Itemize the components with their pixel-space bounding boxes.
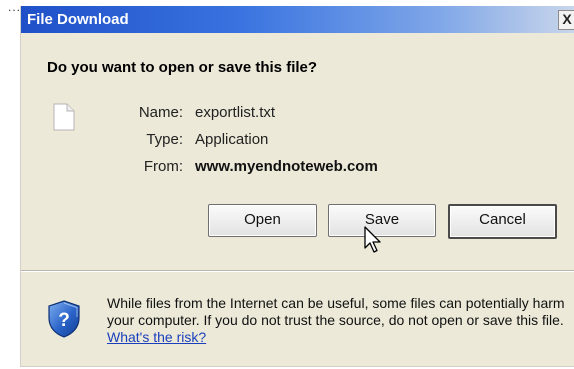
mouse-pointer-icon xyxy=(364,226,382,259)
document-icon xyxy=(53,103,75,136)
name-label: Name: xyxy=(138,104,183,121)
from-value: www.myendnoteweb.com xyxy=(195,158,378,175)
file-download-dialog: File Download X Do you want to open or s… xyxy=(20,6,574,367)
name-value: exportlist.txt xyxy=(195,104,276,121)
title-bar[interactable]: File Download X xyxy=(21,6,574,33)
download-question: Do you want to open or save this file? xyxy=(47,59,318,76)
open-button[interactable]: Open xyxy=(208,204,317,237)
type-value: Application xyxy=(195,131,269,148)
whats-the-risk-link[interactable]: What's the risk? xyxy=(107,329,206,345)
cancel-button[interactable]: Cancel xyxy=(448,204,557,239)
type-label: Type: xyxy=(146,131,183,148)
close-button[interactable]: X xyxy=(558,10,574,30)
from-label: From: xyxy=(143,158,183,175)
separator-highlight xyxy=(21,271,574,272)
warning-text: While files from the Internet can be use… xyxy=(107,295,565,328)
dialog-title: File Download xyxy=(27,11,129,28)
svg-text:?: ? xyxy=(58,310,70,331)
security-warning: While files from the Internet can be use… xyxy=(107,295,567,346)
shield-question-icon: ? xyxy=(47,299,81,344)
save-button[interactable]: Save xyxy=(328,204,436,237)
